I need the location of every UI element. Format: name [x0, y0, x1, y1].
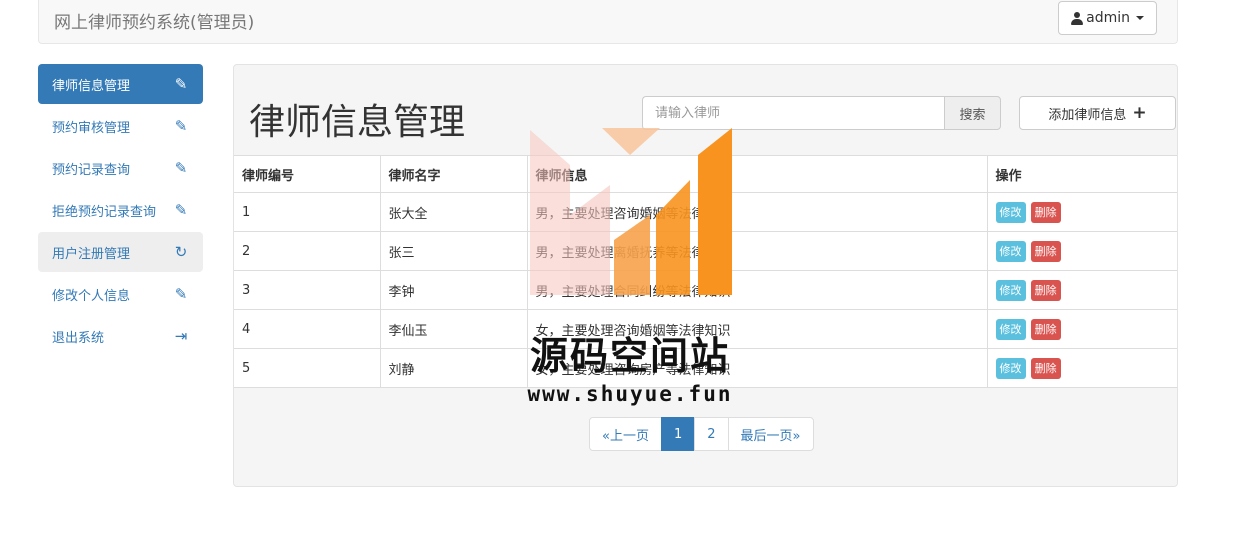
delete-button[interactable]: 删除: [1030, 357, 1061, 379]
lawyer-name-cell: 李钟: [379, 270, 528, 310]
sidebar-item-label: 律师信息管理: [52, 78, 131, 94]
table-row: 1 张大全 男，主要处理咨询婚姻等法律知识 修改 删除: [234, 192, 1177, 232]
table-row: 5 刘静 女，主要处理咨询房产等法律知识 修改 删除: [234, 348, 1177, 388]
pencil-icon: ✎: [174, 75, 188, 93]
sidebar-item-rejected-records[interactable]: 拒绝预约记录查询 ✎: [38, 190, 203, 230]
add-lawyer-label: 添加律师信息: [1048, 107, 1127, 123]
sidebar-item-label: 拒绝预约记录查询: [52, 204, 157, 220]
app-title[interactable]: 网上律师预约系统(管理员): [54, 8, 254, 33]
add-lawyer-button[interactable]: 添加律师信息 +: [1019, 96, 1176, 130]
edit-button[interactable]: 修改: [995, 357, 1026, 379]
lawyer-id-cell: 4: [234, 309, 381, 349]
sidebar-item-label: 预约审核管理: [52, 120, 131, 136]
last-page-link[interactable]: 最后一页»: [727, 417, 814, 451]
table-row: 2 张三 男，主要处理离婚抚养等法律知识 修改 删除: [234, 231, 1177, 271]
lawyer-name-cell: 刘静: [379, 348, 528, 388]
main-panel: 律师信息管理 搜索 添加律师信息 + 律师编号 律师名字 律师信息 操作 1 张…: [233, 64, 1178, 487]
sidebar-item-lawyer-info[interactable]: 律师信息管理 ✎: [38, 64, 203, 104]
lawyer-id-cell: 3: [234, 270, 381, 310]
sidebar-item-logout[interactable]: 退出系统 ⇥: [38, 316, 203, 356]
lawyer-info-cell: 女，主要处理咨询婚姻等法律知识: [526, 309, 988, 349]
actions-cell: 修改 删除: [986, 192, 1177, 232]
delete-button[interactable]: 删除: [1030, 318, 1061, 340]
plus-icon: +: [1132, 102, 1147, 123]
search-group: 搜索: [642, 96, 1001, 130]
lawyer-info-cell: 男，主要处理离婚抚养等法律知识: [526, 231, 988, 271]
sidebar: 律师信息管理 ✎ 预约审核管理 ✎ 预约记录查询 ✎ 拒绝预约记录查询 ✎ 用户…: [38, 64, 203, 358]
sidebar-item-user-registration[interactable]: 用户注册管理 ↻: [38, 232, 203, 272]
lawyer-info-cell: 女，主要处理咨询房产等法律知识: [526, 348, 988, 388]
delete-button[interactable]: 删除: [1030, 201, 1061, 223]
lawyer-id-cell: 2: [234, 231, 381, 271]
lawyer-table: 律师编号 律师名字 律师信息 操作 1 张大全 男，主要处理咨询婚姻等法律知识 …: [234, 155, 1177, 388]
table-row: 4 李仙玉 女，主要处理咨询婚姻等法律知识 修改 删除: [234, 309, 1177, 349]
page-title: 律师信息管理: [249, 102, 466, 143]
actions-cell: 修改 删除: [986, 231, 1177, 271]
actions-cell: 修改 删除: [986, 348, 1177, 388]
sidebar-item-appointment-review[interactable]: 预约审核管理 ✎: [38, 106, 203, 146]
column-header: 律师信息: [526, 155, 988, 193]
edit-button[interactable]: 修改: [995, 318, 1026, 340]
user-icon: [1071, 11, 1084, 25]
lawyer-info-cell: 男，主要处理合同纠纷等法律知识: [526, 270, 988, 310]
table-header-row: 律师编号 律师名字 律师信息 操作: [234, 155, 1177, 193]
column-header: 律师编号: [234, 155, 381, 193]
column-header: 律师名字: [379, 155, 528, 193]
lawyer-id-cell: 5: [234, 348, 381, 388]
actions-cell: 修改 删除: [986, 309, 1177, 349]
sidebar-item-label: 用户注册管理: [52, 246, 131, 262]
user-menu-button[interactable]: admin: [1058, 1, 1157, 35]
delete-button[interactable]: 删除: [1030, 279, 1061, 301]
sidebar-item-label: 退出系统: [52, 330, 105, 346]
table-row: 3 李钟 男，主要处理合同纠纷等法律知识 修改 删除: [234, 270, 1177, 310]
sidebar-item-edit-profile[interactable]: 修改个人信息 ✎: [38, 274, 203, 314]
logout-icon: ⇥: [174, 327, 188, 345]
refresh-icon: ↻: [174, 243, 188, 261]
pencil-icon: ✎: [174, 285, 188, 303]
sidebar-item-label: 预约记录查询: [52, 162, 131, 178]
page-link-2[interactable]: 2: [694, 417, 729, 451]
lawyer-name-cell: 张大全: [379, 192, 528, 232]
sidebar-item-label: 修改个人信息: [52, 288, 131, 304]
lawyer-name-cell: 张三: [379, 231, 528, 271]
caret-down-icon: [1136, 16, 1144, 20]
delete-button[interactable]: 删除: [1030, 240, 1061, 262]
pagination: «上一页 1 2 最后一页»: [589, 417, 814, 451]
search-button[interactable]: 搜索: [944, 96, 1001, 130]
lawyer-info-cell: 男，主要处理咨询婚姻等法律知识: [526, 192, 988, 232]
sidebar-item-appointment-records[interactable]: 预约记录查询 ✎: [38, 148, 203, 188]
edit-button[interactable]: 修改: [995, 201, 1026, 223]
pencil-icon: ✎: [174, 159, 188, 177]
search-input[interactable]: [642, 96, 944, 130]
user-label: admin: [1086, 10, 1130, 26]
pencil-icon: ✎: [174, 201, 188, 219]
column-header: 操作: [986, 155, 1177, 193]
actions-cell: 修改 删除: [986, 270, 1177, 310]
page-link-1[interactable]: 1: [660, 417, 696, 451]
top-navbar: 网上律师预约系统(管理员) admin: [38, 0, 1178, 44]
lawyer-name-cell: 李仙玉: [379, 309, 528, 349]
pencil-icon: ✎: [174, 117, 188, 135]
lawyer-id-cell: 1: [234, 192, 381, 232]
edit-button[interactable]: 修改: [995, 240, 1026, 262]
edit-button[interactable]: 修改: [995, 279, 1026, 301]
prev-page-link[interactable]: «上一页: [589, 417, 662, 451]
